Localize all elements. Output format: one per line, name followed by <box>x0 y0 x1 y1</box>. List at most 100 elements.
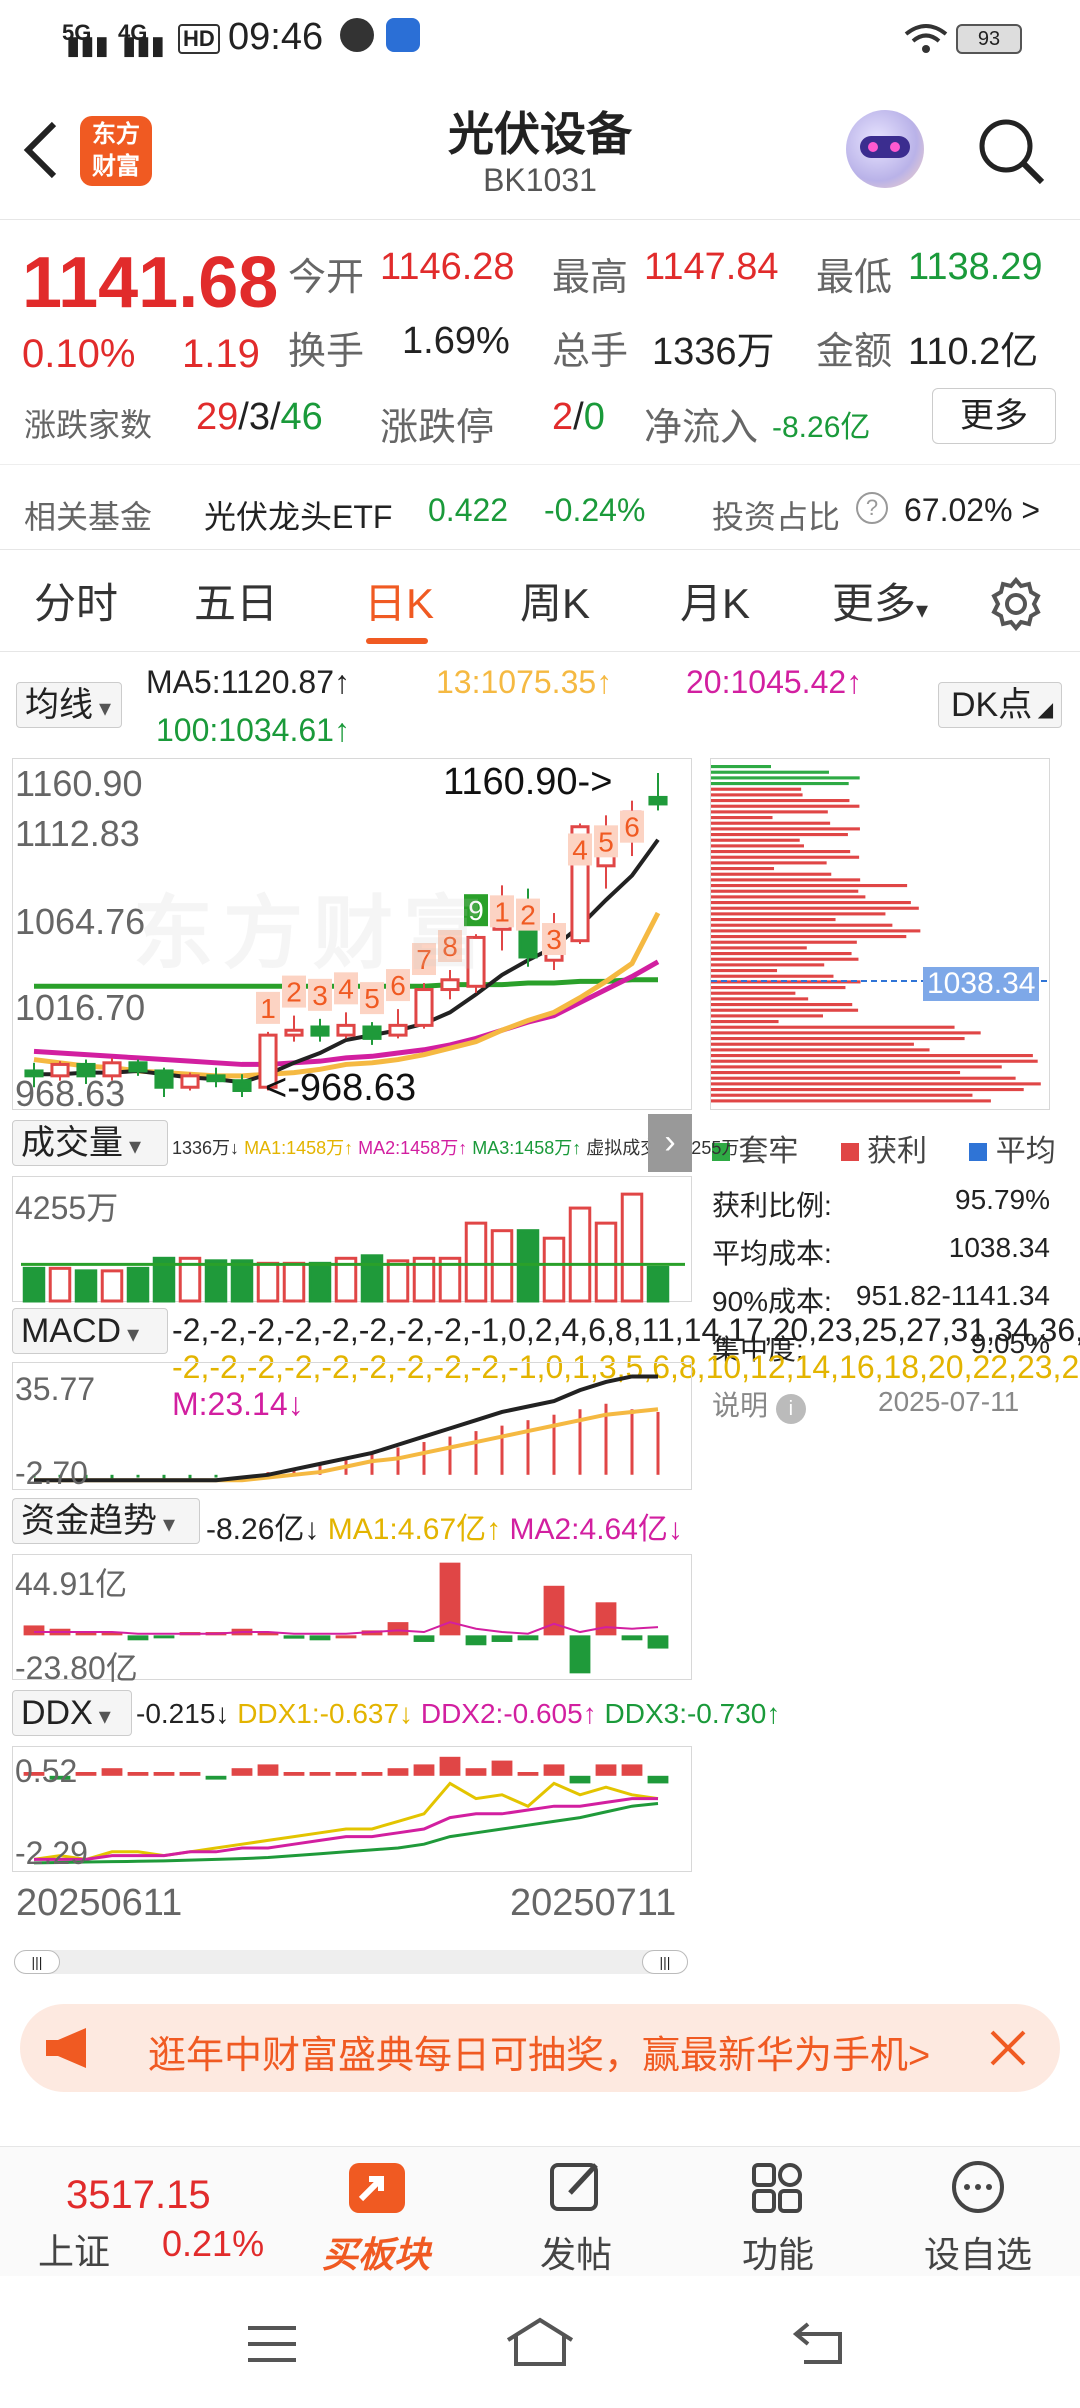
y-label-4: 1016.70 <box>15 987 146 1028</box>
index-price[interactable]: 3517.15 <box>66 2173 211 2218</box>
robot-assistant-icon[interactable] <box>846 110 924 188</box>
chip-bar <box>711 884 908 888</box>
fund-bar <box>491 1635 513 1642</box>
nav-buy-label: 买板块 <box>321 2234 430 2275</box>
index-name[interactable]: 上证 <box>38 2223 110 2275</box>
volume-bar <box>256 1261 280 1303</box>
active-tab-indicator <box>366 638 428 644</box>
ddx-bar <box>387 1768 409 1776</box>
fund-trend-select[interactable]: 资金趋势 <box>12 1498 200 1544</box>
ddx-select[interactable]: DDX <box>12 1690 132 1736</box>
tab-monthly-k[interactable]: 月K <box>680 570 750 631</box>
nav-add-watchlist[interactable]: 设自选 <box>908 2157 1048 2278</box>
fund-trend-chart[interactable]: 44.91亿 -23.80亿 <box>12 1554 692 1686</box>
promo-banner[interactable]: 逛年中财富盛典每日可抽奖，赢最新华为手机> <box>20 2004 1060 2092</box>
index-pct[interactable]: 0.21% <box>162 2223 264 2265</box>
chip-bar <box>711 816 773 820</box>
ddx-bar <box>153 1772 175 1776</box>
volume-bar <box>464 1221 488 1303</box>
volume-chart[interactable]: 4255万 <box>12 1176 692 1303</box>
settings-gear-icon[interactable] <box>988 576 1044 632</box>
low-marker: <-968.63 <box>265 1067 417 1109</box>
up-count: 29 <box>196 396 239 438</box>
nav-buy-sector[interactable]: 买板块 <box>306 2157 446 2278</box>
inflow-value: -8.26亿 <box>772 411 871 444</box>
cost90-value: 951.82-1141.34 <box>855 1280 1050 1311</box>
signal-icon-2: ▮▮▮ <box>122 30 165 60</box>
chip-bar <box>711 929 921 933</box>
legend-avg-swatch <box>969 1143 988 1161</box>
nav-post[interactable]: 发帖 <box>506 2157 646 2278</box>
volume-select[interactable]: 成交量 <box>12 1120 168 1166</box>
tab-intraday[interactable]: 分时 <box>34 570 118 631</box>
invest-value[interactable]: 67.02% > <box>904 492 1040 529</box>
tab-more[interactable]: 更多▾ <box>832 570 928 631</box>
chip-bar <box>711 855 860 859</box>
volume-bar <box>620 1192 644 1303</box>
indicator-ma-select[interactable]: 均线 <box>16 682 122 728</box>
chip-bar <box>711 901 911 905</box>
nav-post-label: 发帖 <box>539 2234 612 2275</box>
tab-five-day[interactable]: 五日 <box>194 570 278 631</box>
volume-bar <box>386 1259 410 1303</box>
chip-bar <box>711 861 827 865</box>
chip-legend: 套牢 获利 平均 <box>712 1126 1056 1170</box>
macd-chart[interactable]: 35.77 -2.70 <box>12 1362 692 1491</box>
chip-bar <box>711 1042 914 1046</box>
inflow-label: 净流入 <box>644 407 759 449</box>
range-handle-right[interactable]: ||| <box>642 1950 688 1974</box>
ddx-bar <box>309 1772 331 1776</box>
ddx-bar <box>491 1760 513 1776</box>
tab-daily-k[interactable]: 日K <box>364 570 434 631</box>
home-icon[interactable] <box>504 2316 576 2368</box>
chip-bar <box>711 872 832 876</box>
chip-bar <box>711 810 828 814</box>
ddx-chart[interactable]: 0.52 -2.29 <box>12 1746 692 1872</box>
svg-text:5: 5 <box>364 983 380 1014</box>
macd-bottom-label: -2.70 <box>15 1455 88 1491</box>
candle-body <box>154 1069 174 1089</box>
turnover-value: 1.69% <box>402 320 510 362</box>
td-seq-marker: 1 <box>256 991 280 1024</box>
down-count: 46 <box>280 396 323 438</box>
macd-select[interactable]: MACD <box>12 1308 168 1354</box>
chip-bar <box>711 765 771 769</box>
y-label-max: 1160.90 <box>15 763 143 804</box>
search-icon[interactable] <box>976 116 1046 186</box>
help-icon[interactable]: ? <box>856 492 888 524</box>
range-scrollbar[interactable]: ||| ||| <box>14 1950 688 1974</box>
volume-bar <box>22 1266 46 1303</box>
chip-bar <box>711 1014 823 1018</box>
chip-bar <box>711 969 778 973</box>
volume-bar <box>126 1266 150 1303</box>
svg-text:4: 4 <box>572 834 588 865</box>
quote-panel: 1141.68 0.10% 1.19 今开 1146.28 最高 1147.84… <box>0 220 1080 550</box>
avg-cost-label: 平均成本: <box>712 1238 832 1269</box>
range-handle-left[interactable]: ||| <box>14 1950 60 1974</box>
app-header: 东方 财富 光伏设备 BK1031 <box>0 80 1080 220</box>
ma5-value: MA5:1120.87↑ <box>146 664 350 700</box>
high-value: 1147.84 <box>644 246 779 288</box>
ddx-bar <box>621 1764 643 1776</box>
collapse-arrow-icon[interactable]: › <box>648 1114 692 1172</box>
fund-bar <box>309 1635 331 1641</box>
kline-chart[interactable]: 123456789123456 东方财富 1160.90 1112.83 106… <box>12 758 692 1114</box>
tab-weekly-k[interactable]: 周K <box>520 570 590 631</box>
nav-function[interactable]: 功能 <box>708 2157 848 2278</box>
fund-ma1: MA1:4.67亿↑ <box>327 1513 502 1546</box>
svg-text:1: 1 <box>494 896 510 927</box>
svg-text:5: 5 <box>598 826 614 857</box>
back-nav-icon[interactable] <box>792 2320 848 2368</box>
chip-bar <box>711 952 852 956</box>
more-button[interactable]: 更多 <box>932 388 1056 444</box>
function-grid-icon <box>752 2163 802 2213</box>
chip-distribution[interactable]: 1038.34 <box>710 758 1051 1110</box>
fund-name[interactable]: 光伏龙头ETF <box>204 492 392 538</box>
candle-body <box>388 1023 408 1037</box>
menu-icon[interactable] <box>246 2322 298 2366</box>
dk-point-select[interactable]: DK点 ◢ <box>938 682 1062 728</box>
chip-bar <box>711 1037 965 1041</box>
close-icon[interactable] <box>988 2028 1028 2068</box>
chip-bar <box>711 838 800 842</box>
bottom-nav: 3517.15 上证 0.21% 买板块 发帖 功能 设自选 <box>0 2146 1080 2276</box>
